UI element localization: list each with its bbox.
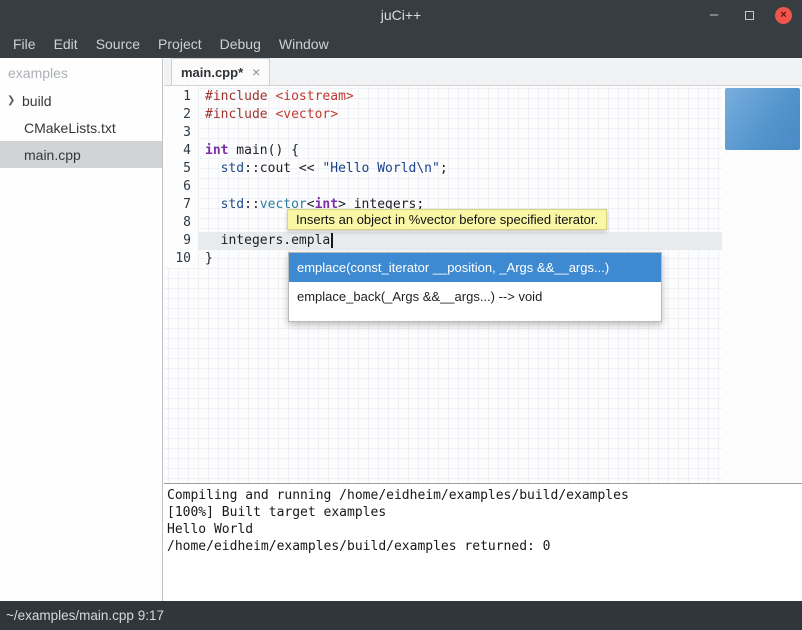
sidebar: examples ❯build CMakeLists.txt main.cpp	[0, 58, 163, 601]
file-label: build	[22, 93, 52, 109]
code-line-6[interactable]: 6	[164, 178, 802, 196]
code-text	[198, 214, 205, 232]
code-line-9[interactable]: 9 integers.empla	[164, 232, 802, 250]
code-text	[198, 124, 205, 142]
line-number: 5	[164, 160, 198, 178]
file-tree: ❯build CMakeLists.txt main.cpp	[0, 87, 162, 168]
file-tree-item-cmakelists-txt[interactable]: CMakeLists.txt	[0, 114, 162, 141]
status-text: ~/examples/main.cpp 9:17	[6, 608, 164, 623]
output-line: [100%] Built target examples	[167, 504, 802, 521]
app-window: juCi++ – × FileEditSourceProjectDebugWin…	[0, 0, 802, 630]
line-number: 7	[164, 196, 198, 214]
code-text: int main() {	[198, 142, 299, 160]
completion-item-0[interactable]: emplace(const_iterator __position, _Args…	[289, 253, 661, 282]
menu-item-edit[interactable]: Edit	[45, 30, 87, 58]
output-panel[interactable]: Compiling and running /home/eidheim/exam…	[164, 483, 802, 601]
code-line-4[interactable]: 4int main() {	[164, 142, 802, 160]
code-text: integers.empla	[198, 232, 333, 250]
line-number: 6	[164, 178, 198, 196]
line-number: 9	[164, 232, 198, 250]
editor-column: main.cpp* × 1#include <iostream>2#includ…	[164, 58, 802, 601]
completion-popup[interactable]: emplace(const_iterator __position, _Args…	[288, 252, 662, 322]
expander-icon[interactable]: ❯	[7, 95, 20, 106]
line-number: 2	[164, 106, 198, 124]
file-tree-item-build[interactable]: ❯build	[0, 87, 162, 114]
line-number: 10	[164, 250, 198, 268]
code-text: #include <iostream>	[198, 88, 354, 106]
tab-bar: main.cpp* ×	[164, 58, 802, 86]
minimap[interactable]	[722, 86, 802, 483]
tab-label: main.cpp*	[181, 65, 243, 80]
window-controls: – ×	[705, 0, 792, 30]
minimap-slider[interactable]	[725, 88, 800, 150]
code-text	[198, 178, 205, 196]
file-tree-item-main-cpp[interactable]: main.cpp	[0, 141, 162, 168]
code-text: }	[198, 250, 213, 268]
menu-item-file[interactable]: File	[4, 30, 45, 58]
file-label: CMakeLists.txt	[24, 120, 116, 136]
tab-main-cpp[interactable]: main.cpp* ×	[171, 58, 270, 85]
main-body: examples ❯build CMakeLists.txt main.cpp ma…	[0, 58, 802, 601]
title-bar[interactable]: juCi++ – ×	[0, 0, 802, 30]
line-number: 1	[164, 88, 198, 106]
code-text: std::cout << "Hello World\n";	[198, 160, 448, 178]
code-line-1[interactable]: 1#include <iostream>	[164, 88, 802, 106]
output-line: Compiling and running /home/eidheim/exam…	[167, 487, 802, 504]
code-line-2[interactable]: 2#include <vector>	[164, 106, 802, 124]
code-text: #include <vector>	[198, 106, 338, 124]
line-number: 4	[164, 142, 198, 160]
code-line-5[interactable]: 5 std::cout << "Hello World\n";	[164, 160, 802, 178]
menu-item-debug[interactable]: Debug	[211, 30, 270, 58]
line-number: 3	[164, 124, 198, 142]
close-icon[interactable]: ×	[775, 7, 792, 24]
sidebar-header: examples	[0, 58, 162, 87]
menu-item-source[interactable]: Source	[87, 30, 149, 58]
file-label: main.cpp	[24, 147, 81, 163]
menu-bar: FileEditSourceProjectDebugWindow	[0, 30, 802, 58]
code-line-3[interactable]: 3	[164, 124, 802, 142]
status-bar: ~/examples/main.cpp 9:17	[0, 601, 802, 630]
tab-close-icon[interactable]: ×	[252, 64, 260, 80]
maximize-icon[interactable]	[740, 6, 758, 24]
text-caret	[331, 233, 333, 248]
minimize-icon[interactable]: –	[705, 6, 723, 24]
output-line: Hello World	[167, 521, 802, 538]
completion-item-1[interactable]: emplace_back(_Args &&__args...) --> void	[289, 282, 661, 311]
doc-tooltip: Inserts an object in %vector before spec…	[287, 209, 607, 230]
line-number: 8	[164, 214, 198, 232]
output-line: /home/eidheim/examples/build/examples re…	[167, 538, 802, 555]
editor[interactable]: 1#include <iostream>2#include <vector>34…	[164, 86, 802, 483]
maximize-glyph	[745, 11, 754, 20]
window-title: juCi++	[381, 7, 421, 23]
menu-item-project[interactable]: Project	[149, 30, 211, 58]
menu-item-window[interactable]: Window	[270, 30, 338, 58]
